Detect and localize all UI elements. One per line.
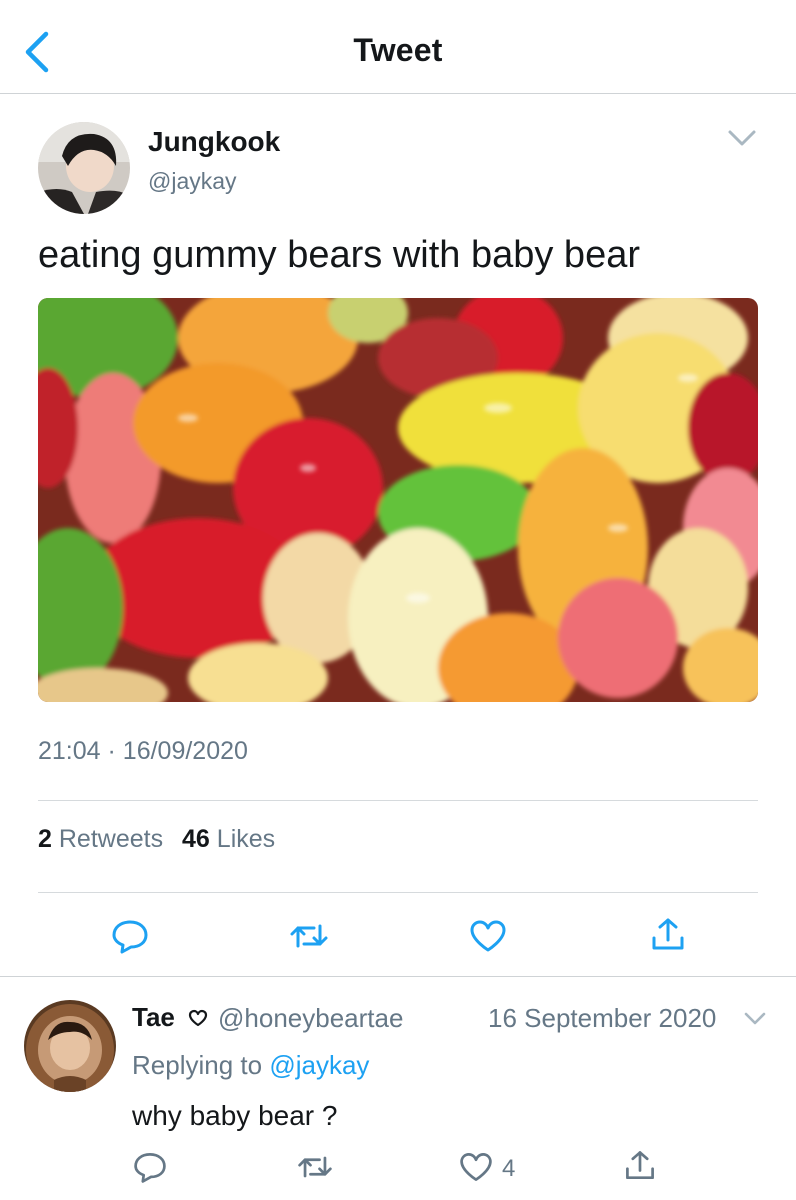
chevron-down-icon[interactable] bbox=[722, 122, 762, 154]
reply-author-avatar[interactable] bbox=[24, 1000, 116, 1092]
reply-date: 16 September 2020 bbox=[488, 1003, 717, 1033]
likes-count[interactable]: 46 Likes bbox=[182, 825, 275, 853]
author-handle[interactable]: @jaykay bbox=[148, 168, 237, 195]
reply-author-handle[interactable]: @honeybeartae bbox=[218, 1003, 403, 1034]
separator-dot: · bbox=[107, 737, 116, 765]
author-avatar[interactable] bbox=[38, 122, 130, 214]
heart-icon bbox=[188, 1009, 208, 1027]
tweet-time: 21:04 bbox=[38, 737, 101, 765]
engagement-stats: 2 Retweets 46 Likes bbox=[38, 825, 287, 854]
divider bbox=[0, 976, 796, 977]
divider bbox=[38, 892, 758, 893]
share-icon[interactable] bbox=[648, 916, 688, 954]
tweet-timestamp: 21:04 · 16/09/2020 bbox=[38, 737, 248, 766]
reply-author-name[interactable]: Tae bbox=[132, 1002, 175, 1033]
reply-text: why baby bear ? bbox=[132, 1100, 338, 1131]
tweet-text: eating gummy bears with baby bear bbox=[38, 234, 640, 276]
chevron-down-icon[interactable] bbox=[740, 1006, 770, 1030]
like-icon[interactable] bbox=[458, 1150, 494, 1184]
author-name[interactable]: Jungkook bbox=[148, 126, 280, 158]
like-icon[interactable] bbox=[468, 918, 508, 954]
replying-prefix: Replying to bbox=[132, 1050, 263, 1080]
reply-like-count: 4 bbox=[502, 1155, 516, 1182]
page-title: Tweet bbox=[353, 32, 443, 68]
share-icon[interactable] bbox=[622, 1148, 658, 1184]
replying-to-mention[interactable]: @jaykay bbox=[269, 1050, 369, 1080]
tweet-date: 16/09/2020 bbox=[122, 737, 248, 765]
navigation-bar: Tweet bbox=[0, 0, 796, 94]
reply-icon[interactable] bbox=[110, 918, 150, 954]
divider bbox=[38, 800, 758, 801]
reply-icon[interactable] bbox=[132, 1150, 168, 1184]
retweet-icon[interactable] bbox=[288, 920, 330, 952]
retweet-icon[interactable] bbox=[296, 1152, 334, 1182]
replying-to: Replying to @jaykay bbox=[132, 1050, 369, 1081]
retweets-count[interactable]: 2 Retweets bbox=[38, 825, 163, 853]
tweet-image[interactable] bbox=[38, 298, 758, 702]
